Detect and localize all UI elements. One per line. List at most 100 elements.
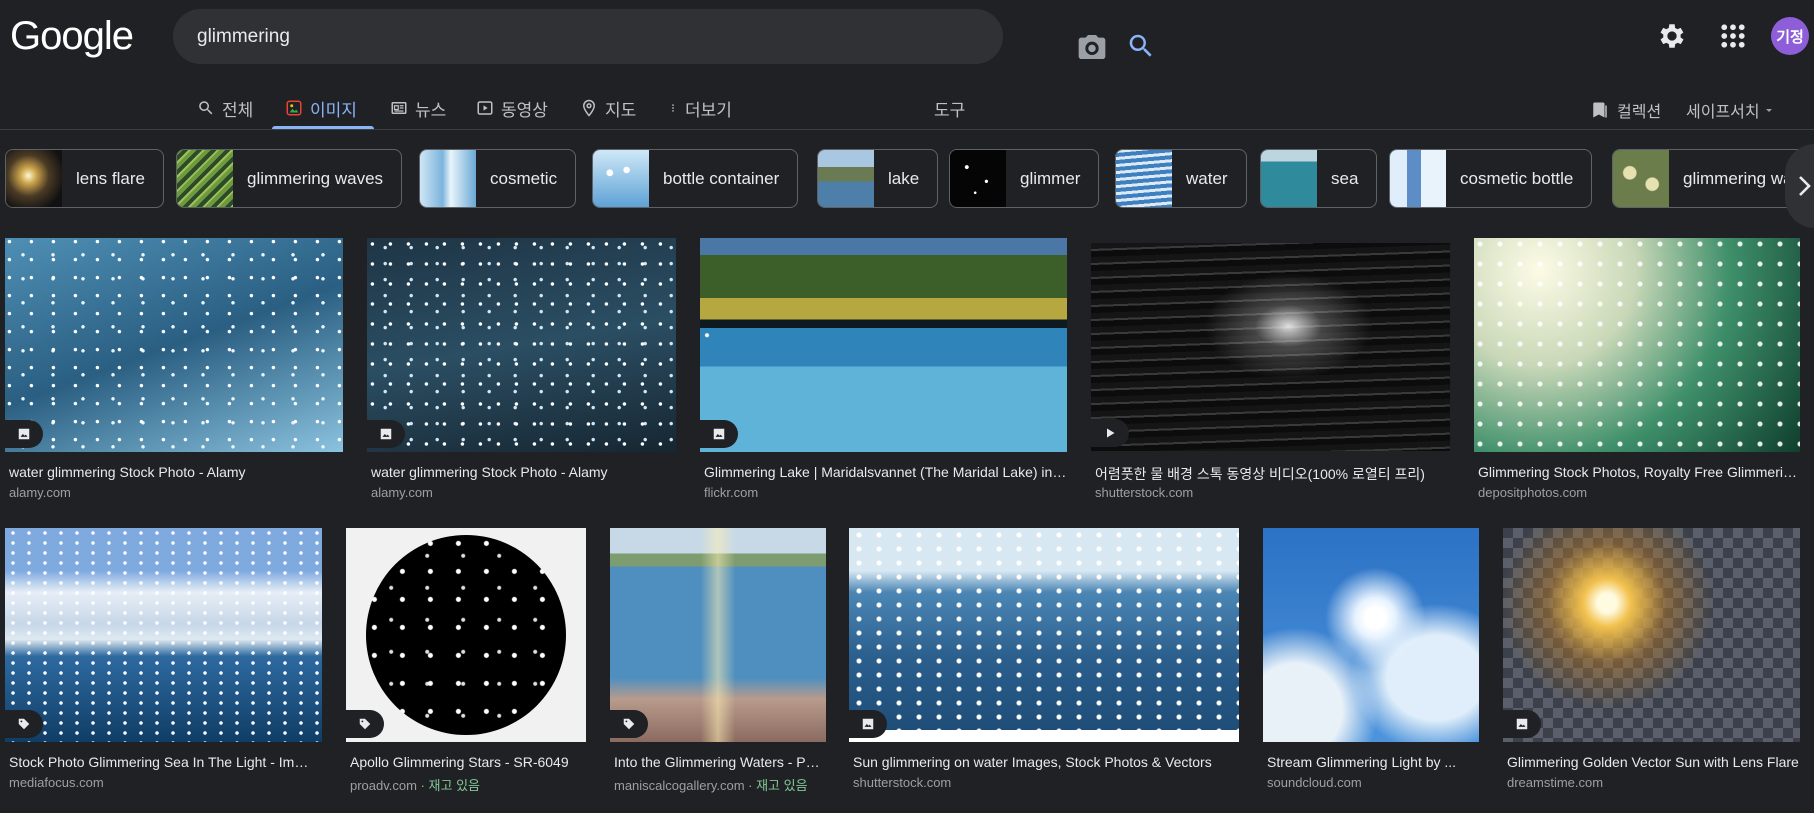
search-input[interactable] [197,9,877,64]
result-source[interactable]: dreamstime.com [1507,775,1800,790]
result-image[interactable] [1503,528,1800,742]
tab-all[interactable]: 전체 [197,90,253,126]
chip-glimmer[interactable]: glimmer [949,149,1100,208]
gear-icon[interactable] [1656,20,1688,52]
result-source[interactable]: maniscalcogallery.com · 재고 있음 [614,775,826,794]
tools-button[interactable]: 도구 [934,90,965,126]
result-source[interactable]: alamy.com [9,485,343,500]
tab-more[interactable]: 더보기 [668,90,732,126]
chip-thumbnail [177,150,233,207]
result-type-badge [346,710,384,738]
image-result[interactable]: Glimmering Lake | Maridalsvannet (The Ma… [700,238,1067,508]
result-source[interactable]: mediafocus.com [9,775,314,790]
tab-maps[interactable]: 지도 [580,90,636,126]
chip-thumbnail [420,150,476,207]
chip-water[interactable]: water [1115,149,1247,208]
image-icon [862,718,874,730]
chip-thumbnail [6,150,62,207]
result-image[interactable] [700,238,1067,452]
tag-icon [359,718,371,730]
safesearch-dropdown[interactable]: 세이프서치 [1686,92,1774,128]
in-stock-label: · 재고 있음 [748,778,808,793]
collections-button[interactable]: 컬렉션 [1591,92,1661,128]
result-image[interactable] [5,528,322,742]
tab-label: 동영상 [501,100,548,120]
result-image[interactable] [610,528,826,742]
result-source[interactable]: depositphotos.com [1478,485,1800,500]
chip-cosmetic-bottle[interactable]: cosmetic bottle [1389,149,1593,208]
result-title[interactable]: Glimmering Golden Vector Sun with Lens F… [1507,754,1800,770]
result-type-badge [1503,710,1541,738]
image-result[interactable]: 어렴풋한 물 배경 스톡 동영상 비디오(100% 로열티 프리) shutte… [1091,238,1450,508]
tools-label: 도구 [934,100,966,120]
result-source[interactable]: flickr.com [704,485,1067,500]
result-source[interactable]: alamy.com [371,485,676,500]
result-title[interactable]: Glimmering Stock Photos, Royalty Free Gl… [1478,464,1800,480]
image-result[interactable]: Glimmering Golden Vector Sun with Lens F… [1503,528,1800,798]
avatar[interactable]: 기정 [1771,17,1809,55]
result-title[interactable]: Stock Photo Glimmering Sea In The Light … [9,754,314,770]
result-source[interactable]: shutterstock.com [1095,485,1450,500]
chip-lake[interactable]: lake [817,149,939,208]
chip-label: sea [1331,168,1359,188]
result-title[interactable]: Apollo Glimmering Stars - SR-6049 [350,754,586,770]
result-image[interactable] [367,238,676,452]
chip-label: lens flare [76,168,145,188]
tag-icon [18,718,30,730]
tab-images[interactable]: 이미지 [285,90,357,126]
result-image[interactable] [5,238,343,452]
result-type-badge [1091,419,1129,447]
tab-label: 지도 [605,100,637,120]
image-result[interactable]: Glimmering Stock Photos, Royalty Free Gl… [1474,238,1800,508]
more-vert-icon [672,104,674,112]
result-title[interactable]: Sun glimmering on water Images, Stock Ph… [853,754,1239,770]
chip-glimmering-waves[interactable]: glimmering waves [176,149,403,208]
result-source[interactable]: proadv.com · 재고 있음 [350,775,586,794]
tab-videos[interactable]: 동영상 [476,90,548,126]
result-image[interactable] [1263,528,1479,742]
result-type-badge [367,420,405,448]
result-title[interactable]: 어렴풋한 물 배경 스톡 동영상 비디오(100% 로열티 프리) [1095,464,1450,484]
tab-news[interactable]: 뉴스 [390,90,446,126]
image-result[interactable]: Into the Glimmering Waters - Painting ma… [610,528,826,798]
result-title[interactable]: water glimmering Stock Photo - Alamy [9,464,343,480]
result-image[interactable] [1091,243,1450,451]
play-icon [1107,428,1115,438]
chip-glimmering-water[interactable]: glimmering water [1612,149,1814,208]
chip-cosmetic[interactable]: cosmetic [419,149,577,208]
image-result[interactable]: Apollo Glimmering Stars - SR-6049 proadv… [346,528,586,798]
chips-next-button[interactable] [1785,144,1814,228]
chip-lens-flare[interactable]: lens flare [5,149,164,208]
related-search-chips: lens flare glimmering waves cosmetic bot… [0,149,1814,209]
image-result[interactable]: Stream Glimmering Light by ... soundclou… [1263,528,1479,798]
result-title[interactable]: water glimmering Stock Photo - Alamy [371,464,676,480]
chip-bottle-container[interactable]: bottle container [592,149,799,208]
stars-disc [366,535,566,735]
result-image[interactable] [346,528,586,742]
result-source[interactable]: shutterstock.com [853,775,1239,790]
chip-thumbnail [950,150,1006,207]
search-box[interactable] [173,9,1152,64]
image-result[interactable]: Sun glimmering on water Images, Stock Ph… [849,528,1239,798]
result-title[interactable]: Stream Glimmering Light by ... [1267,754,1479,770]
result-image[interactable] [849,528,1239,742]
chevron-down-icon [1765,109,1772,112]
image-icon [18,428,30,440]
search-icon[interactable] [1126,31,1156,61]
apps-grid-icon[interactable] [1718,21,1748,51]
collections-label: 컬렉션 [1617,104,1662,121]
image-result[interactable]: water glimmering Stock Photo - Alamy ala… [367,238,676,508]
image-result[interactable]: water glimmering Stock Photo - Alamy ala… [5,238,343,508]
chip-thumbnail [1613,150,1669,207]
result-title[interactable]: Glimmering Lake | Maridalsvannet (The Ma… [704,464,1067,480]
tag-icon [623,718,635,730]
camera-icon[interactable] [1076,31,1108,63]
result-image[interactable] [1474,238,1800,452]
image-icon [286,100,302,116]
result-source[interactable]: soundcloud.com [1267,775,1479,790]
image-icon [380,428,392,440]
image-result[interactable]: Stock Photo Glimmering Sea In The Light … [5,528,322,798]
google-logo[interactable]: Google [10,14,134,59]
result-title[interactable]: Into the Glimmering Waters - Painting [614,754,826,770]
chip-sea[interactable]: sea [1260,149,1378,208]
